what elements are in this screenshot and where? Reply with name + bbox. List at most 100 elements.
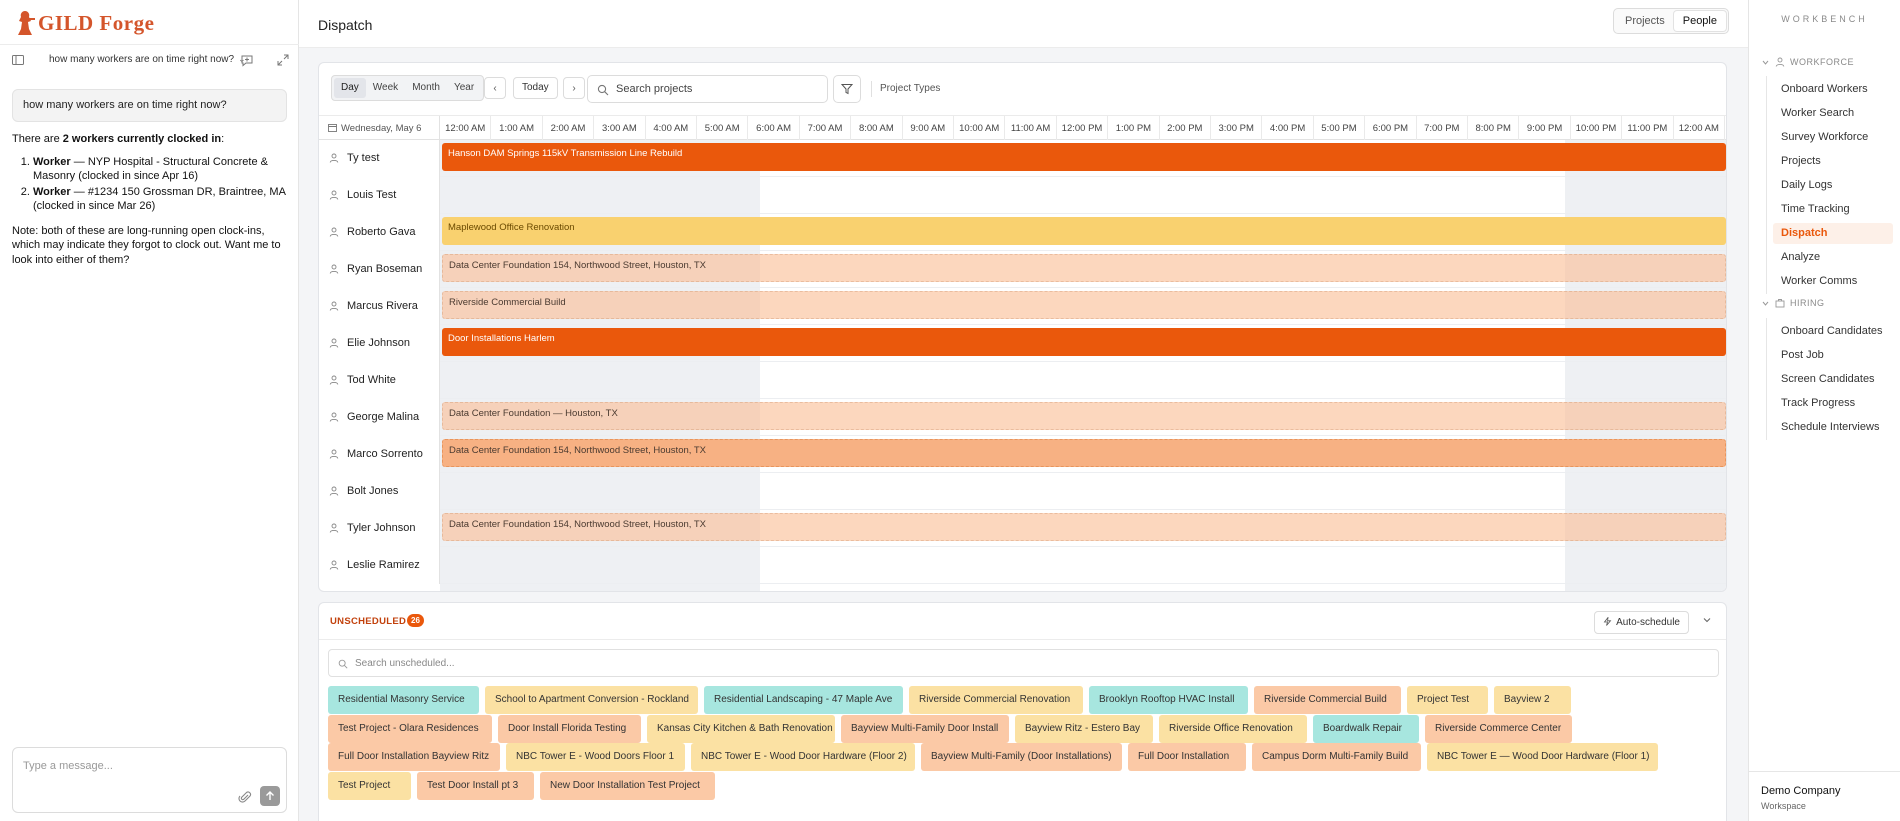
person-icon xyxy=(329,375,339,385)
sidebar-item-projects[interactable]: Projects xyxy=(1773,151,1893,172)
message-input[interactable] xyxy=(23,760,273,772)
person-icon xyxy=(329,153,339,163)
unscheduled-project-chip[interactable]: Full Door Installation xyxy=(1128,743,1246,771)
unscheduled-project-chip[interactable]: NBC Tower E — Wood Door Hardware (Floor … xyxy=(1427,743,1658,771)
unscheduled-project-chip[interactable]: Riverside Commercial Build xyxy=(1254,686,1401,714)
unscheduled-title: UNSCHEDULED xyxy=(330,616,407,627)
hour-label: 12:00 AM xyxy=(1674,116,1725,140)
period-week[interactable]: Week xyxy=(366,78,405,98)
unscheduled-project-chip[interactable]: Kansas City Kitchen & Bath Renovation xyxy=(647,715,835,743)
section-workforce-toggle[interactable]: WORKFORCE xyxy=(1761,57,1854,67)
hour-label: 5:00 AM xyxy=(697,116,749,140)
assignment-bar[interactable]: Data Center Foundation — Houston, TX xyxy=(442,402,1726,430)
chevron-down-icon[interactable] xyxy=(1702,615,1712,625)
unscheduled-project-chip[interactable]: New Door Installation Test Project xyxy=(540,772,715,800)
unscheduled-project-chip[interactable]: Project Test xyxy=(1407,686,1488,714)
unscheduled-search xyxy=(328,649,1719,677)
expand-icon[interactable] xyxy=(276,53,290,67)
people-view-button[interactable]: People xyxy=(1673,11,1726,31)
unscheduled-project-chip[interactable]: Bayview Multi-Family Door Install xyxy=(841,715,1009,743)
worker-name[interactable]: Bolt Jones xyxy=(319,473,440,510)
projects-view-button[interactable]: Projects xyxy=(1616,11,1674,31)
unscheduled-project-chip[interactable]: NBC Tower E - Wood Doors Floor 1 xyxy=(506,743,685,771)
worker-name[interactable]: Ryan Boseman xyxy=(319,251,440,288)
sidebar-item-schedule-interviews[interactable]: Schedule Interviews xyxy=(1773,417,1893,438)
sidebar-item-survey-workforce[interactable]: Survey Workforce xyxy=(1773,127,1893,148)
unscheduled-project-chip[interactable]: Riverside Office Renovation xyxy=(1159,715,1307,743)
worker-name[interactable]: Leslie Ramirez xyxy=(319,547,440,584)
period-day[interactable]: Day xyxy=(334,78,366,98)
sidebar-item-onboard-workers[interactable]: Onboard Workers xyxy=(1773,79,1893,100)
unscheduled-project-chip[interactable]: Residential Masonry Service xyxy=(328,686,479,714)
worker-name[interactable]: Marco Sorrento xyxy=(319,436,440,473)
project-search-input[interactable] xyxy=(616,83,816,95)
unscheduled-project-chip[interactable]: Riverside Commercial Renovation xyxy=(909,686,1083,714)
sidebar-item-screen-candidates[interactable]: Screen Candidates xyxy=(1773,369,1893,390)
unscheduled-project-chip[interactable]: Bayview 2 xyxy=(1494,686,1571,714)
unscheduled-project-chip[interactable]: Boardwalk Repair xyxy=(1313,715,1419,743)
person-icon xyxy=(329,486,339,496)
hour-label: 1:00 AM xyxy=(491,116,543,140)
send-button[interactable] xyxy=(260,786,280,806)
unscheduled-project-chip[interactable]: Full Door Installation Bayview Ritz xyxy=(328,743,500,771)
unscheduled-project-chip[interactable]: Bayview Ritz - Estero Bay xyxy=(1015,715,1153,743)
brand-logo[interactable]: GILD Forge xyxy=(14,6,154,40)
worker-name[interactable]: Elie Johnson xyxy=(319,325,440,362)
unscheduled-project-chip[interactable]: Campus Dorm Multi-Family Build xyxy=(1252,743,1421,771)
new-chat-icon[interactable] xyxy=(240,53,254,67)
sidebar-item-post-job[interactable]: Post Job xyxy=(1773,345,1893,366)
sidebar-item-onboard-candidates[interactable]: Onboard Candidates xyxy=(1773,321,1893,342)
unscheduled-project-chip[interactable]: Residential Landscaping - 47 Maple Ave xyxy=(704,686,903,714)
period-month[interactable]: Month xyxy=(405,78,447,98)
assignment-bar[interactable]: Data Center Foundation 154, Northwood St… xyxy=(442,439,1726,467)
worker-name-text: Marco Sorrento xyxy=(347,448,423,460)
assignment-bar[interactable]: Data Center Foundation 154, Northwood St… xyxy=(442,254,1726,282)
paperclip-icon[interactable] xyxy=(238,790,252,804)
unscheduled-project-chip[interactable]: Bayview Multi-Family (Door Installations… xyxy=(921,743,1122,771)
date-label: Wednesday, May 6 xyxy=(319,116,440,140)
worker-name[interactable]: Louis Test xyxy=(319,177,440,214)
company-name[interactable]: Demo Company xyxy=(1761,785,1840,797)
unscheduled-search-input[interactable] xyxy=(355,658,955,669)
unscheduled-project-chip[interactable]: Test Project - Olara Residences xyxy=(328,715,492,743)
unscheduled-project-chip[interactable]: Door Install Florida Testing xyxy=(498,715,641,743)
sidebar-item-worker-search[interactable]: Worker Search xyxy=(1773,103,1893,124)
sidebar-item-daily-logs[interactable]: Daily Logs xyxy=(1773,175,1893,196)
worker-name[interactable]: Marcus Rivera xyxy=(319,288,440,325)
project-types-filter[interactable]: Project Types xyxy=(880,83,940,94)
assignment-bar[interactable]: Maplewood Office Renovation xyxy=(442,217,1726,245)
section-hiring-toggle[interactable]: HIRING xyxy=(1761,298,1825,308)
person-icon xyxy=(329,190,339,200)
sidebar-item-time-tracking[interactable]: Time Tracking xyxy=(1773,199,1893,220)
worker-name[interactable]: Tod White xyxy=(319,362,440,399)
unscheduled-project-chip[interactable]: School to Apartment Conversion - Rocklan… xyxy=(485,686,698,714)
unscheduled-project-chip[interactable]: Brooklyn Rooftop HVAC Install xyxy=(1089,686,1248,714)
next-button[interactable]: › xyxy=(563,77,585,99)
period-year[interactable]: Year xyxy=(447,78,481,98)
previous-button[interactable]: ‹ xyxy=(484,77,506,99)
sidebar-item-dispatch[interactable]: Dispatch xyxy=(1773,223,1893,244)
assignment-bar[interactable]: Riverside Commercial Build xyxy=(442,291,1726,319)
sidebar-toggle-icon[interactable] xyxy=(11,53,25,67)
today-button[interactable]: Today xyxy=(513,77,558,99)
sidebar-item-track-progress[interactable]: Track Progress xyxy=(1773,393,1893,414)
unscheduled-project-chip[interactable]: Riverside Commerce Center xyxy=(1425,715,1572,743)
worker-name[interactable]: George Malina xyxy=(319,399,440,436)
unscheduled-project-chip[interactable]: Test Project xyxy=(328,772,411,800)
worker-name[interactable]: Roberto Gava xyxy=(319,214,440,251)
assignment-bar[interactable]: Data Center Foundation 154, Northwood St… xyxy=(442,513,1726,541)
unscheduled-header: UNSCHEDULED 26 Auto-schedule xyxy=(319,603,1726,640)
filter-button[interactable] xyxy=(833,75,861,103)
auto-schedule-button[interactable]: Auto-schedule xyxy=(1594,611,1689,634)
conversation-selector[interactable]: how many workers are on time right now? ⌄ xyxy=(49,54,246,65)
sidebar-item-worker-comms[interactable]: Worker Comms xyxy=(1773,271,1893,292)
assignment-bar[interactable]: Door Installations Harlem xyxy=(442,328,1726,356)
unscheduled-project-chip[interactable]: NBC Tower E - Wood Door Hardware (Floor … xyxy=(691,743,915,771)
workbench-sidebar: WORKBENCH WORKFORCE Onboard Workers Worker… xyxy=(1748,0,1900,821)
unscheduled-project-chip[interactable]: Test Door Install pt 3 xyxy=(417,772,534,800)
worker-name[interactable]: Tyler Johnson xyxy=(319,510,440,547)
worker-name[interactable]: Ty test xyxy=(319,140,440,177)
worker-name-text: Tod White xyxy=(347,374,396,386)
assignment-bar[interactable]: Hanson DAM Springs 115kV Transmission Li… xyxy=(442,143,1726,171)
sidebar-item-analyze[interactable]: Analyze xyxy=(1773,247,1893,268)
